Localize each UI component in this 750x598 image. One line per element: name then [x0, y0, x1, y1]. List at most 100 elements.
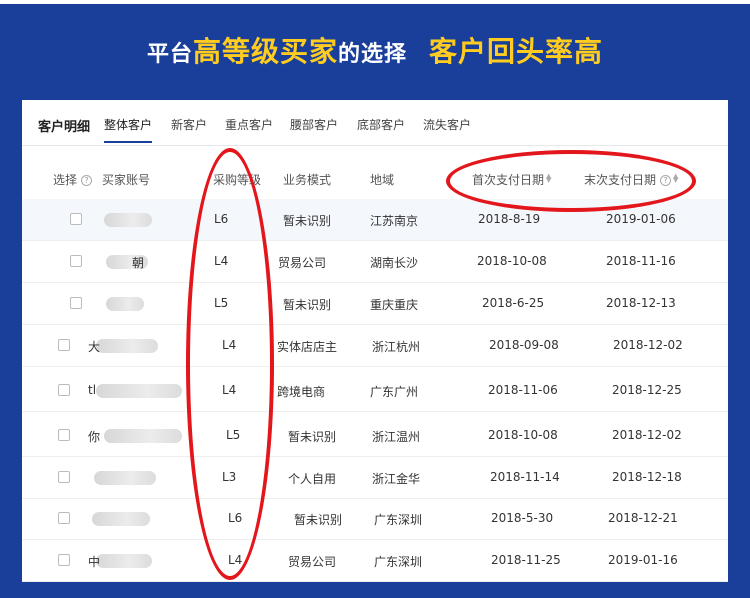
region: 浙江金华 — [372, 472, 421, 486]
first-pay-date: 2018-11-25 — [491, 553, 561, 567]
purchase-level: L5 — [214, 296, 229, 310]
col-mode-header: 业务模式 — [283, 173, 332, 187]
table-row[interactable]: L3 个人自用 浙江金华 2018-11-14 2018-12-18 — [22, 457, 728, 499]
purchase-level: L6 — [214, 212, 229, 226]
tab-key-customers[interactable]: 重点客户 — [225, 116, 273, 133]
tab-mid-customers[interactable]: 腰部客户 — [290, 116, 338, 133]
table-row[interactable]: tl L4 跨境电商 广东广州 2018-11-06 2018-12-25 — [22, 370, 728, 412]
help-icon[interactable]: ? — [81, 175, 93, 186]
business-mode: 暂未识别 — [294, 513, 343, 527]
business-mode: 个人自用 — [288, 472, 337, 486]
row-checkbox[interactable] — [58, 554, 70, 566]
col-level-header: 采购等级 — [213, 173, 262, 187]
region: 广东深圳 — [374, 513, 423, 527]
business-mode: 暂未识别 — [283, 298, 332, 312]
last-pay-date: 2018-12-02 — [612, 428, 682, 442]
row-checkbox[interactable] — [58, 471, 70, 483]
last-pay-date: 2018-11-16 — [606, 254, 676, 268]
tab-bottom-customers[interactable]: 底部客户 — [357, 116, 405, 133]
last-pay-date: 2018-12-02 — [613, 338, 683, 352]
masked-account — [92, 512, 150, 526]
last-pay-date: 2018-12-13 — [606, 296, 676, 310]
tab-all-customers[interactable]: 整体客户 — [104, 116, 153, 143]
masked-account — [94, 471, 156, 485]
region: 浙江温州 — [372, 430, 421, 444]
row-checkbox[interactable] — [58, 512, 70, 524]
masked-account — [104, 429, 182, 443]
business-mode: 实体店店主 — [277, 340, 338, 354]
top-border — [0, 0, 750, 4]
row-checkbox[interactable] — [70, 297, 82, 309]
last-pay-date: 2019-01-06 — [606, 212, 676, 226]
purchase-level: L4 — [222, 338, 237, 352]
table-row[interactable]: L6 暂未识别 江苏南京 2018-8-19 2019-01-06 — [22, 199, 728, 241]
table-row[interactable]: 朝 L4 贸易公司 湖南长沙 2018-10-08 2018-11-16 — [22, 241, 728, 283]
panel-title: 客户明细 — [38, 120, 91, 135]
masked-account — [96, 339, 158, 353]
business-mode: 跨境电商 — [277, 385, 326, 399]
banner-text-3: 的选择 — [338, 42, 408, 67]
first-pay-date: 2018-11-14 — [490, 470, 560, 484]
table-row[interactable]: 大 L4 实体店店主 浙江杭州 2018-09-08 2018-12-02 — [22, 325, 728, 367]
row-checkbox[interactable] — [70, 213, 82, 225]
purchase-level: L3 — [222, 470, 237, 484]
sort-icon[interactable]: ▲ ▼ — [673, 173, 678, 184]
tab-lost-customers[interactable]: 流失客户 — [423, 116, 471, 133]
purchase-level: L4 — [228, 553, 243, 567]
region: 重庆重庆 — [370, 298, 419, 312]
col-first-pay-header[interactable]: 首次支付日期 ▲ ▼ — [472, 171, 551, 188]
table-row[interactable]: L5 暂未识别 重庆重庆 2018-6-25 2018-12-13 — [22, 283, 728, 325]
promo-banner: 平台高等级买家的选择 客户回头率高 — [0, 30, 750, 74]
sort-icon[interactable]: ▲ ▼ — [546, 173, 551, 184]
purchase-level: L4 — [214, 254, 229, 268]
masked-account — [106, 297, 144, 311]
col-account-header: 买家账号 — [102, 173, 151, 187]
last-pay-date: 2018-12-21 — [608, 511, 678, 525]
buyer-account: tl — [88, 383, 97, 397]
business-mode: 暂未识别 — [283, 214, 332, 228]
tab-new-customers[interactable]: 新客户 — [171, 116, 207, 133]
business-mode: 暂未识别 — [288, 430, 337, 444]
masked-account — [104, 213, 152, 227]
first-pay-date: 2018-10-08 — [477, 254, 547, 268]
buyer-account: 朝 — [132, 256, 145, 270]
first-pay-date: 2018-5-30 — [491, 511, 554, 525]
first-pay-date: 2018-6-25 — [482, 296, 545, 310]
first-pay-date: 2018-09-08 — [489, 338, 559, 352]
customer-detail-panel: 客户明细 整体客户 新客户 重点客户 腰部客户 底部客户 流失客户 选择? 买家… — [22, 100, 728, 582]
last-pay-date: 2018-12-25 — [612, 383, 682, 397]
region: 江苏南京 — [370, 214, 419, 228]
row-checkbox[interactable] — [58, 384, 70, 396]
purchase-level: L4 — [222, 383, 237, 397]
region: 广东深圳 — [374, 555, 423, 569]
help-icon[interactable]: ? — [660, 175, 672, 186]
row-checkbox[interactable] — [58, 339, 70, 351]
last-pay-date: 2019-01-16 — [608, 553, 678, 567]
table-row[interactable]: 中 L4 贸易公司 广东深圳 2018-11-25 2019-01-16 — [22, 540, 728, 582]
table-row[interactable]: L6 暂未识别 广东深圳 2018-5-30 2018-12-21 — [22, 498, 728, 540]
col-select-header: 选择? — [53, 171, 93, 188]
first-pay-date: 2018-8-19 — [478, 212, 541, 226]
buyer-account: 你 — [88, 430, 101, 444]
first-pay-date: 2018-10-08 — [488, 428, 558, 442]
last-pay-date: 2018-12-18 — [612, 470, 682, 484]
banner-text-2: 高等级买家 — [192, 35, 338, 68]
tab-bar: 客户明细 整体客户 新客户 重点客户 腰部客户 底部客户 流失客户 — [22, 100, 728, 146]
banner-text-4: 客户回头率高 — [429, 35, 604, 68]
row-checkbox[interactable] — [70, 255, 82, 267]
col-last-pay-header[interactable]: 末次支付日期? ▲ ▼ — [584, 171, 678, 188]
region: 湖南长沙 — [370, 256, 419, 270]
purchase-level: L5 — [226, 428, 241, 442]
first-pay-date: 2018-11-06 — [488, 383, 558, 397]
region: 浙江杭州 — [372, 340, 421, 354]
table-row[interactable]: 你 L5 暂未识别 浙江温州 2018-10-08 2018-12-02 — [22, 415, 728, 457]
region: 广东广州 — [370, 385, 419, 399]
buyer-account: 中 — [88, 555, 101, 569]
buyer-account: 大 — [88, 340, 101, 354]
banner-text-1: 平台 — [146, 42, 193, 67]
masked-account — [96, 384, 182, 398]
business-mode: 贸易公司 — [278, 256, 327, 270]
business-mode: 贸易公司 — [288, 555, 337, 569]
row-checkbox[interactable] — [58, 429, 70, 441]
masked-account — [96, 554, 152, 568]
